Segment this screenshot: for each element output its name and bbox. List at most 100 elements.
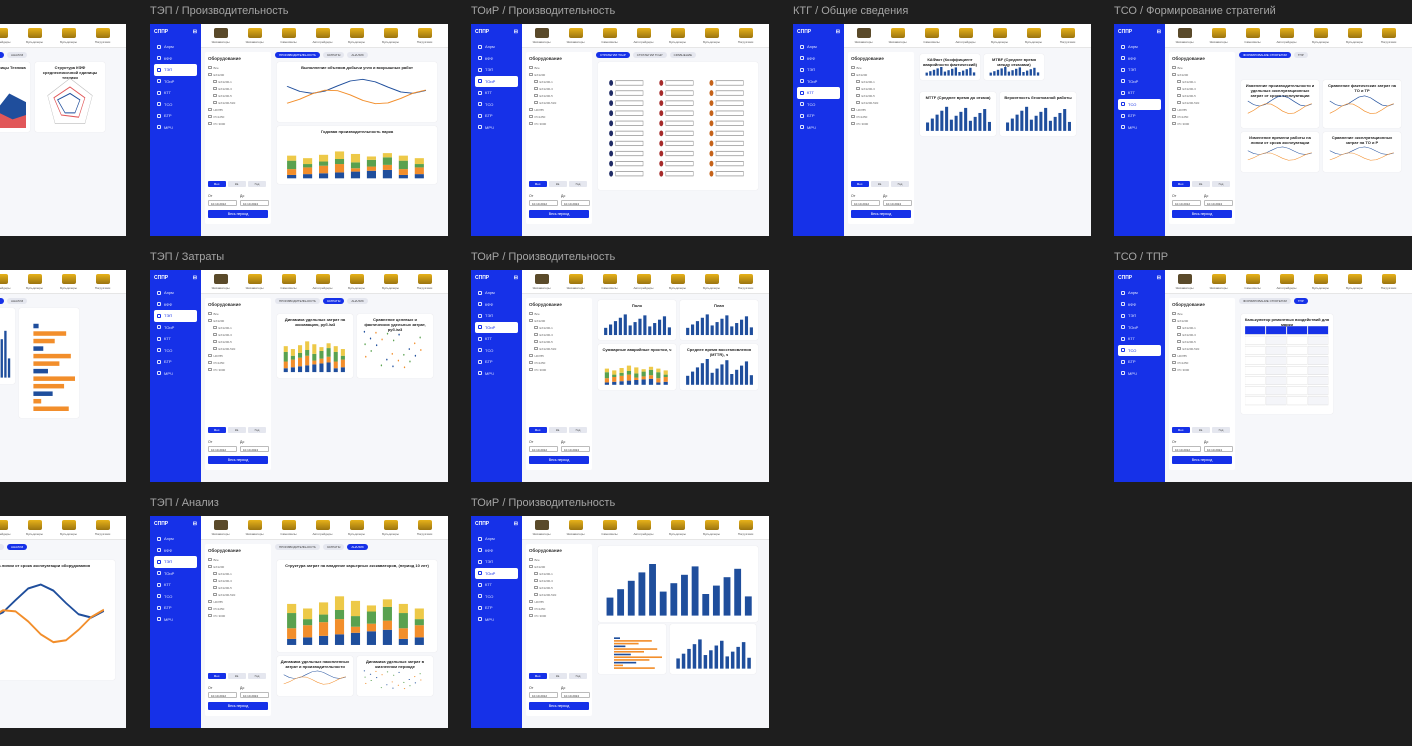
- sidebar-item-3[interactable]: ТОиР: [475, 321, 518, 333]
- filter-option[interactable]: EX1200-5КК: [529, 591, 589, 598]
- checkbox[interactable]: [1172, 318, 1176, 323]
- checkbox[interactable]: [856, 93, 860, 98]
- equipment-item[interactable]: Бульдозеры: [19, 273, 50, 290]
- checkbox[interactable]: [1172, 367, 1176, 372]
- sidebar-item-5[interactable]: ТСО: [1118, 98, 1161, 110]
- checkbox[interactable]: [213, 100, 217, 105]
- filter-option[interactable]: EX1200-1: [1172, 78, 1232, 85]
- checkbox[interactable]: [529, 114, 533, 119]
- checkbox[interactable]: [213, 86, 217, 91]
- filter-option[interactable]: PC1250: [529, 113, 589, 120]
- checkbox[interactable]: [529, 599, 533, 604]
- tab-1[interactable]: ЗАТРАТЫ: [322, 52, 345, 58]
- period-1[interactable]: Кв.: [228, 427, 246, 433]
- sidebar-item-7[interactable]: МРЧ: [475, 614, 518, 626]
- all-period-button[interactable]: Весь период: [1172, 456, 1232, 464]
- checkbox[interactable]: [213, 332, 217, 337]
- collapse-icon[interactable]: ⊟: [1157, 275, 1161, 281]
- checkbox[interactable]: [1172, 107, 1176, 112]
- filter-option[interactable]: Все: [208, 64, 268, 71]
- equipment-item[interactable]: Экскаваторы: [239, 519, 270, 536]
- sidebar-item-7[interactable]: МРЧ: [154, 368, 197, 380]
- sidebar-item-3[interactable]: ТОиР: [475, 75, 518, 87]
- equipment-item[interactable]: Погрузчики: [1052, 27, 1083, 44]
- equipment-item[interactable]: Автогрейдеры: [0, 519, 16, 536]
- checkbox[interactable]: [534, 93, 538, 98]
- all-period-button[interactable]: Весь период: [208, 456, 268, 464]
- equipment-item[interactable]: Бульдозеры: [662, 273, 693, 290]
- date-to-input[interactable]: 10.10.2024: [240, 200, 269, 206]
- equipment-item[interactable]: Самосвалы: [594, 273, 625, 290]
- tab-2[interactable]: АНАЛИЗ: [7, 52, 28, 58]
- equipment-item[interactable]: Экскаваторы: [1203, 27, 1234, 44]
- filter-option[interactable]: EX1200-5: [208, 92, 268, 99]
- sidebar-item-6[interactable]: БТР: [797, 110, 840, 122]
- all-period-button[interactable]: Весь период: [208, 702, 268, 710]
- date-to-input[interactable]: 10.10.2024: [1204, 200, 1233, 206]
- equipment-item[interactable]: Экскаваторы: [848, 27, 879, 44]
- sidebar-item-5[interactable]: ТСО: [475, 591, 518, 603]
- sidebar-item-1[interactable]: КФФ: [154, 545, 197, 557]
- equipment-item[interactable]: Самосвалы: [273, 519, 304, 536]
- checkbox[interactable]: [534, 325, 538, 330]
- tab-2[interactable]: АНАЛИЗ: [347, 298, 368, 304]
- equipment-item[interactable]: Экскаваторы: [560, 273, 591, 290]
- sidebar-item-2[interactable]: ТЭП: [154, 64, 197, 76]
- date-to-input[interactable]: 10.10.2024: [240, 692, 269, 698]
- checkbox[interactable]: [529, 367, 533, 372]
- checkbox[interactable]: [534, 585, 538, 590]
- filter-option[interactable]: Все: [1172, 310, 1232, 317]
- checkbox[interactable]: [213, 592, 217, 597]
- checkbox[interactable]: [534, 79, 538, 84]
- period-0[interactable]: Мес.: [529, 181, 547, 187]
- filter-option[interactable]: EX1200-1: [208, 78, 268, 85]
- filter-option[interactable]: EX1200-3: [851, 85, 911, 92]
- filter-option[interactable]: EX1200: [851, 71, 911, 78]
- checkbox[interactable]: [856, 86, 860, 91]
- equipment-item[interactable]: Бульдозеры: [662, 27, 693, 44]
- checkbox[interactable]: [1177, 332, 1181, 337]
- sidebar-item-5[interactable]: ТСО: [475, 99, 518, 111]
- filter-option[interactable]: HD785: [208, 598, 268, 605]
- period-2[interactable]: Год: [1212, 427, 1230, 433]
- equipment-item[interactable]: Бульдозеры: [53, 519, 84, 536]
- tab-0[interactable]: ФОРМИРОВАНИЕ СТРАТЕГИИ: [1239, 52, 1291, 58]
- checkbox[interactable]: [213, 93, 217, 98]
- checkbox[interactable]: [534, 339, 538, 344]
- equipment-item[interactable]: Бульдозеры: [53, 27, 84, 44]
- equipment-item[interactable]: Бульдозеры: [341, 273, 372, 290]
- filter-option[interactable]: EX1200-1: [851, 78, 911, 85]
- checkbox[interactable]: [1177, 93, 1181, 98]
- sidebar-item-1[interactable]: КФФ: [1118, 299, 1161, 311]
- checkbox[interactable]: [534, 86, 538, 91]
- filter-option[interactable]: EX1200-3: [208, 577, 268, 584]
- sidebar-item-6[interactable]: БТР: [154, 110, 197, 122]
- equipment-item[interactable]: Погрузчики: [87, 27, 118, 44]
- period-0[interactable]: Мес.: [851, 181, 869, 187]
- filter-option[interactable]: PC 3000: [529, 120, 589, 127]
- sidebar-item-0[interactable]: Аэрм: [475, 287, 518, 299]
- sidebar-item-6[interactable]: БТР: [475, 110, 518, 122]
- sidebar-item-1[interactable]: КФФ: [154, 53, 197, 65]
- equipment-item[interactable]: Бульдозеры: [53, 273, 84, 290]
- checkbox[interactable]: [208, 564, 212, 569]
- filter-option[interactable]: EX1200-3: [529, 331, 589, 338]
- filter-option[interactable]: PC1250: [208, 113, 268, 120]
- date-from-input[interactable]: 10.10.2012: [208, 446, 237, 452]
- equipment-item[interactable]: Бульдозеры: [984, 27, 1015, 44]
- checkbox[interactable]: [208, 107, 212, 112]
- filter-option[interactable]: EX1200: [529, 71, 589, 78]
- checkbox[interactable]: [529, 121, 533, 126]
- checkbox[interactable]: [208, 311, 212, 316]
- filter-option[interactable]: EX1200-3: [208, 85, 268, 92]
- date-from-input[interactable]: 10.10.2012: [208, 200, 237, 206]
- all-period-button[interactable]: Весь период: [529, 702, 589, 710]
- checkbox[interactable]: [1172, 114, 1176, 119]
- filter-option[interactable]: HD785: [851, 106, 911, 113]
- equipment-item[interactable]: Бульдозеры: [375, 27, 406, 44]
- checkbox[interactable]: [208, 606, 212, 611]
- filter-option[interactable]: EX1200-5КК: [1172, 99, 1232, 106]
- checkbox[interactable]: [529, 360, 533, 365]
- filter-option[interactable]: HD785: [529, 106, 589, 113]
- date-from-input[interactable]: 10.10.2012: [529, 692, 558, 698]
